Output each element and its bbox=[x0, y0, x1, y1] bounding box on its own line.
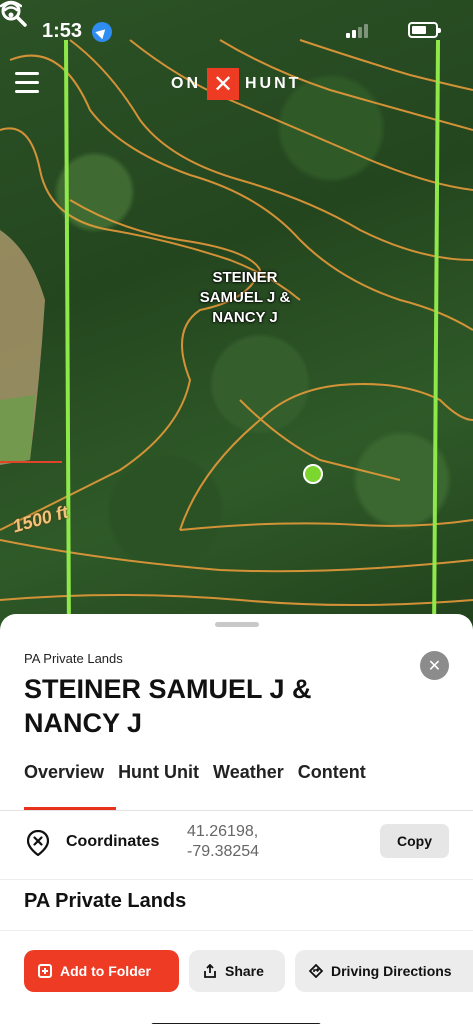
tab-overview[interactable]: Overview bbox=[24, 762, 104, 783]
directions-icon bbox=[309, 964, 323, 978]
layer-subtitle: PA Private Lands bbox=[24, 651, 123, 666]
share-icon bbox=[204, 964, 216, 978]
close-icon[interactable]: ✕ bbox=[420, 651, 449, 680]
add-to-folder-button[interactable]: Add to Folder bbox=[24, 950, 179, 992]
add-to-folder-label: Add to Folder bbox=[60, 963, 151, 979]
coordinates-lng: -79.38254 bbox=[187, 843, 260, 860]
share-button[interactable]: Share bbox=[189, 950, 285, 992]
logo-text-left: ON bbox=[171, 75, 201, 92]
parcel-owner-label: STEINER SAMUEL J & NANCY J bbox=[199, 269, 291, 326]
battery-icon bbox=[408, 22, 441, 38]
parcel-title: STEINER SAMUEL J & NANCY J bbox=[24, 674, 312, 738]
add-folder-icon bbox=[38, 964, 52, 978]
search-icon[interactable] bbox=[0, 0, 28, 28]
coordinates-lat: 41.26198, bbox=[187, 823, 259, 840]
map-pin-x-icon bbox=[27, 830, 49, 856]
parcel-detail-sheet: PA Private Lands STEINER SAMUEL J & NANC… bbox=[0, 614, 473, 1024]
location-marker[interactable] bbox=[303, 464, 323, 484]
cellular-signal-icon bbox=[346, 24, 372, 38]
sheet-drag-handle[interactable] bbox=[215, 622, 259, 627]
coordinates-label: Coordinates bbox=[66, 833, 160, 850]
logo-x-mark: ✕ bbox=[207, 68, 239, 100]
onx-hunt-logo: ON ✕ HUNT bbox=[171, 68, 301, 100]
status-bar: 1:53 bbox=[0, 0, 473, 60]
share-label: Share bbox=[225, 963, 264, 979]
tab-weather[interactable]: Weather bbox=[213, 762, 284, 783]
location-arrow-icon bbox=[92, 22, 112, 42]
driving-directions-button[interactable]: Driving Directions bbox=[295, 950, 473, 992]
copy-coordinates-button[interactable]: Copy bbox=[380, 824, 449, 858]
action-bar: Add to Folder Share Driving Directions bbox=[0, 930, 473, 1024]
hamburger-menu-icon[interactable] bbox=[15, 70, 41, 96]
logo-text-right: HUNT bbox=[245, 75, 302, 92]
detail-tabs: Overview Hunt Unit Weather Content bbox=[24, 762, 366, 783]
tab-hunt-unit[interactable]: Hunt Unit bbox=[118, 762, 199, 783]
section-title: PA Private Lands bbox=[24, 890, 187, 912]
map-view[interactable]: 1:53 ON ✕ HUNT STEINER SAMUEL J & NANCY … bbox=[0, 0, 473, 640]
row-divider bbox=[0, 879, 473, 880]
status-time: 1:53 bbox=[42, 20, 83, 42]
driving-directions-label: Driving Directions bbox=[331, 963, 452, 979]
tab-content[interactable]: Content bbox=[298, 762, 366, 783]
coordinates-value: 41.26198, -79.38254 bbox=[187, 822, 259, 862]
coordinates-row: Coordinates 41.26198, -79.38254 Copy bbox=[0, 811, 473, 877]
